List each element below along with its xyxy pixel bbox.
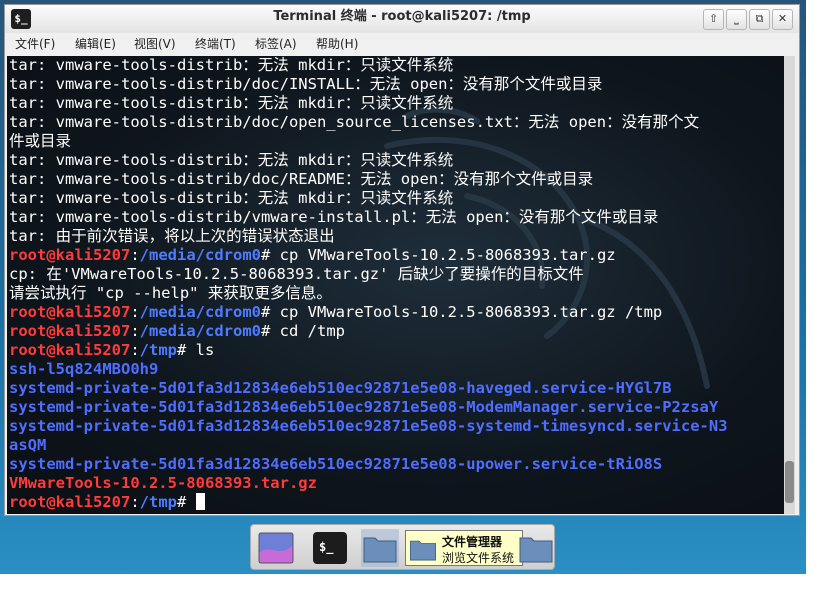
menu-terminal[interactable]: 终端(T) (195, 35, 236, 53)
output-line: 请尝试执行 "cp --help" 来获取更多信息。 (9, 284, 332, 303)
prompt-path: /media/cdrom0 (139, 322, 261, 340)
line-text: tar: vmware-tools-distrib/doc/INSTALL：无法… (9, 75, 603, 93)
menu-edit[interactable]: 编辑(E) (75, 35, 116, 53)
line-text: cp: 在'VMwareTools-10.2.5-8068393.tar.gz'… (9, 265, 584, 283)
prompt-path: /tmp (139, 341, 177, 359)
menu-file[interactable]: 文件(F) (15, 35, 55, 53)
prompt-separator: : (130, 246, 140, 264)
folder-icon[interactable] (361, 529, 399, 567)
line-text: VMwareTools-10.2.5-8068393.tar.gz (9, 474, 317, 492)
prompt-separator: : (130, 341, 140, 359)
output-line: tar: vmware-tools-distrib：无法 mkdir：只读文件系… (9, 151, 453, 170)
terminal-area[interactable]: tar: vmware-tools-distrib：无法 mkdir：只读文件系… (7, 56, 795, 514)
prompt-separator: : (130, 322, 140, 340)
desktop-icon[interactable] (257, 529, 295, 567)
close-button[interactable]: ✕ (772, 9, 793, 30)
output-line: tar: vmware-tools-distrib/vmware-install… (9, 208, 658, 227)
line-text: tar: vmware-tools-distrib/vmware-install… (9, 208, 659, 226)
prompt-command: # cd /tmp (261, 322, 345, 340)
line-text: tar: vmware-tools-distrib：无法 mkdir：只读文件系… (9, 151, 454, 169)
prompt-user: root@kali5207 (9, 322, 131, 340)
text-cursor (195, 493, 205, 510)
folder-icon-2[interactable] (517, 529, 555, 567)
prompt-line: root@kali5207:/tmp# ls (9, 341, 214, 360)
title-bar[interactable]: Terminal 终端 - root@kali5207: /tmp $_ ⇧ ⎵… (5, 5, 799, 33)
prompt-command: # cp VMwareTools-10.2.5-8068393.tar.gz (261, 246, 616, 264)
shade-button[interactable]: ⇧ (703, 9, 724, 30)
directory-entry: ssh-l5q824MBO0h9 (9, 360, 158, 379)
prompt-user: root@kali5207 (9, 246, 131, 264)
prompt-user: root@kali5207 (9, 493, 131, 511)
output-line: tar: vmware-tools-distrib/doc/INSTALL：无法… (9, 75, 602, 94)
output-line: 件或目录 (9, 132, 71, 151)
archive-entry: VMwareTools-10.2.5-8068393.tar.gz (9, 474, 317, 493)
line-text: tar: vmware-tools-distrib/doc/open_sourc… (9, 113, 700, 131)
prompt-user: root@kali5207 (9, 303, 131, 321)
line-text: 件或目录 (9, 132, 72, 150)
scrollbar-thumb[interactable] (785, 461, 794, 503)
terminal-icon[interactable]: $_ (311, 529, 349, 567)
prompt-path: /media/cdrom0 (139, 303, 261, 321)
directory-entry: systemd-private-5d01fa3d12834e6eb510ec92… (9, 379, 672, 398)
prompt-line: root@kali5207:/tmp# (9, 493, 205, 512)
output-line: tar: vmware-tools-distrib：无法 mkdir：只读文件系… (9, 56, 453, 75)
output-line: tar: vmware-tools-distrib：无法 mkdir：只读文件系… (9, 94, 453, 113)
directory-entry: systemd-private-5d01fa3d12834e6eb510ec92… (9, 417, 728, 436)
prompt-command: # (177, 493, 196, 511)
prompt-user: root@kali5207 (9, 341, 131, 359)
line-text: systemd-private-5d01fa3d12834e6eb510ec92… (9, 398, 719, 416)
line-text: tar: vmware-tools-distrib/doc/README：无法 … (9, 170, 594, 188)
line-text: systemd-private-5d01fa3d12834e6eb510ec92… (9, 455, 663, 473)
line-text: systemd-private-5d01fa3d12834e6eb510ec92… (9, 417, 728, 435)
menu-view[interactable]: 视图(V) (134, 35, 176, 53)
file-manager-tooltip-icon (409, 540, 437, 561)
line-text: asQM (9, 436, 47, 454)
prompt-separator: : (130, 493, 140, 511)
screen-margin-right (806, 0, 820, 590)
line-text: tar: vmware-tools-distrib：无法 mkdir：只读文件系… (9, 94, 454, 112)
prompt-separator: : (130, 303, 140, 321)
prompt-command: # ls (177, 341, 215, 359)
menu-bar: 文件(F) 编辑(E) 视图(V) 终端(T) 标签(A) 帮助(H) (5, 33, 799, 55)
output-line: tar: vmware-tools-distrib/doc/open_sourc… (9, 113, 699, 132)
directory-entry: asQM (9, 436, 46, 455)
menu-help[interactable]: 帮助(H) (316, 35, 358, 53)
screen-margin-bottom (0, 574, 820, 590)
directory-entry: systemd-private-5d01fa3d12834e6eb510ec92… (9, 398, 718, 417)
tooltip-subtitle: 浏览文件系统 (442, 551, 515, 565)
line-text: 请尝试执行 "cp --help" 来获取更多信息。 (9, 284, 332, 302)
window-title: Terminal 终端 - root@kali5207: /tmp (273, 9, 531, 24)
terminal-window: Terminal 终端 - root@kali5207: /tmp $_ ⇧ ⎵… (4, 4, 800, 516)
file-manager-tooltip: 文件管理器 浏览文件系统 (405, 530, 523, 566)
output-line: tar: 由于前次错误，将以上次的错误状态退出 (9, 227, 335, 246)
taskbar: $_ 文件管理器 浏览文件系统 (250, 524, 555, 570)
line-text: tar: 由于前次错误，将以上次的错误状态退出 (9, 227, 335, 245)
terminal-app-icon[interactable]: $_ (11, 9, 31, 29)
line-text: systemd-private-5d01fa3d12834e6eb510ec92… (9, 379, 672, 397)
prompt-path: /media/cdrom0 (139, 246, 261, 264)
menu-tabs[interactable]: 标签(A) (255, 35, 297, 53)
tooltip-title: 文件管理器 (442, 535, 503, 549)
line-text: tar: vmware-tools-distrib：无法 mkdir：只读文件系… (9, 56, 454, 74)
output-line: tar: vmware-tools-distrib/doc/README：无法 … (9, 170, 593, 189)
minimize-button[interactable]: ⎵ (726, 9, 747, 30)
prompt-line: root@kali5207:/media/cdrom0# cd /tmp (9, 322, 345, 341)
line-text: tar: vmware-tools-distrib：无法 mkdir：只读文件系… (9, 189, 454, 207)
prompt-path: /tmp (139, 493, 177, 511)
output-line: cp: 在'VMwareTools-10.2.5-8068393.tar.gz'… (9, 265, 584, 284)
prompt-line: root@kali5207:/media/cdrom0# cp VMwareTo… (9, 303, 662, 322)
svg-text:$_: $_ (319, 540, 334, 555)
prompt-command: # cp VMwareTools-10.2.5-8068393.tar.gz /… (261, 303, 663, 321)
maximize-button[interactable]: ⧉ (749, 9, 770, 30)
line-text: ssh-l5q824MBO0h9 (9, 360, 159, 378)
directory-entry: systemd-private-5d01fa3d12834e6eb510ec92… (9, 455, 662, 474)
scrollbar[interactable] (784, 56, 795, 514)
prompt-line: root@kali5207:/media/cdrom0# cp VMwareTo… (9, 246, 616, 265)
output-line: tar: vmware-tools-distrib：无法 mkdir：只读文件系… (9, 189, 453, 208)
